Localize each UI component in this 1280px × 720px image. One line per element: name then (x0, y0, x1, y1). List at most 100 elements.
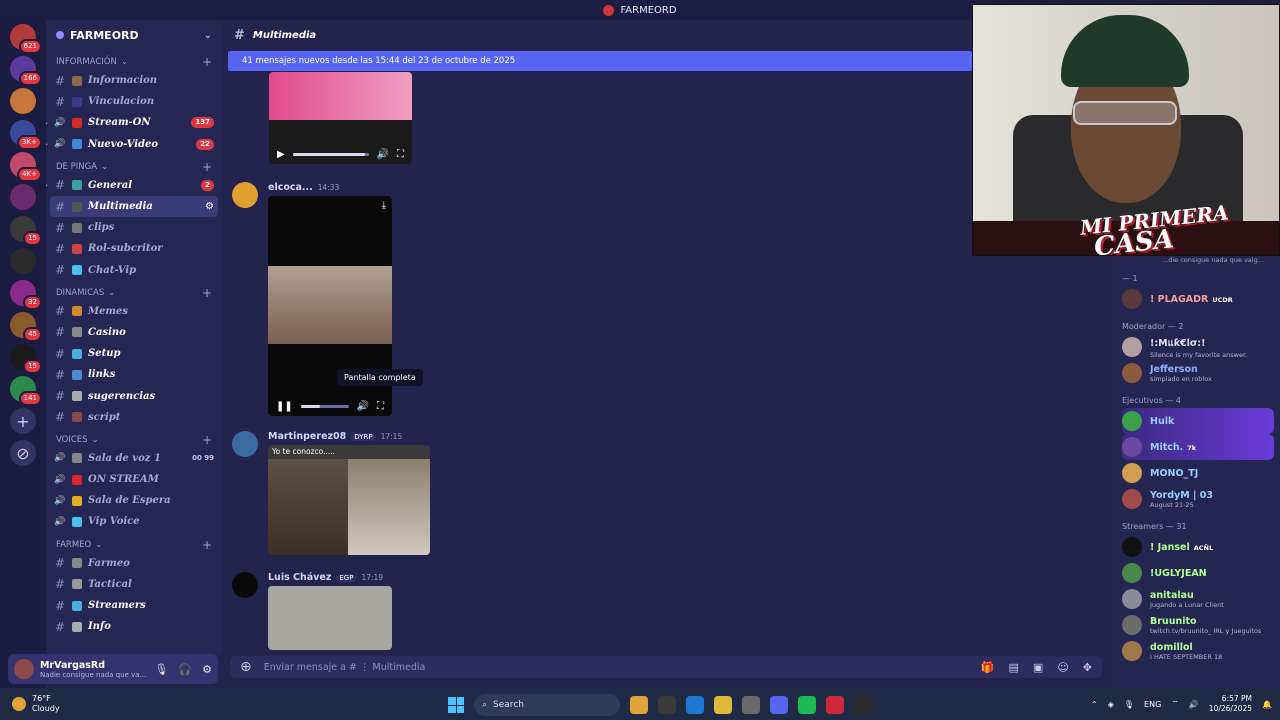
server-icon[interactable]: 166 (10, 56, 42, 86)
channel-item[interactable]: 🔊 Sala de voz 1 00 99 (46, 448, 222, 469)
server-icon[interactable]: 3K+ (10, 120, 42, 150)
volume-icon[interactable]: 🔊 (357, 401, 369, 412)
member-item[interactable]: ! Jansel ACÑL (1122, 534, 1280, 560)
channel-item[interactable]: # Farmeo (46, 553, 222, 574)
image-embed[interactable] (268, 586, 392, 650)
add-channel-icon[interactable]: + (202, 286, 212, 300)
weather-widget[interactable]: 76°F Cloudy (0, 694, 60, 714)
channel-item[interactable]: # Tactical (46, 574, 222, 595)
network-icon[interactable]: ◈ (1108, 700, 1114, 709)
composer-placeholder[interactable]: Enviar mensaje a # ⋮ Multimedia (264, 662, 426, 673)
video-embed[interactable]: ▶ 🔊 ⛶ (269, 72, 412, 164)
play-icon[interactable]: ▶ (277, 149, 285, 160)
video-progress-bar[interactable] (292, 152, 369, 156)
emoji-icon[interactable]: ☺ (1057, 661, 1068, 674)
channel-item[interactable]: ▸ # General 2 (46, 175, 222, 196)
taskbar-app-icon[interactable] (630, 696, 648, 714)
channel-item[interactable]: # Memes (46, 301, 222, 322)
taskbar-app-icon[interactable] (742, 696, 760, 714)
add-channel-icon[interactable]: + (202, 55, 212, 69)
channel-item[interactable]: # script (46, 407, 222, 428)
channel-category[interactable]: FARMEO ⌄ + (46, 537, 222, 553)
fullscreen-icon[interactable]: ⛶ (377, 401, 384, 412)
add-channel-icon[interactable]: + (202, 538, 212, 552)
server-icon[interactable]: 15 (10, 216, 42, 246)
add-channel-icon[interactable]: + (202, 160, 212, 174)
add-attachment-icon[interactable]: ⊕ (240, 659, 252, 675)
channel-item[interactable]: 🔊 ON STREAM (46, 469, 222, 490)
member-item[interactable]: Jefferson simpiado en roblox (1122, 360, 1280, 386)
microphone-icon[interactable]: 🎙 (154, 663, 168, 676)
member-item[interactable]: YordyM | 03 August 21-25 (1122, 486, 1280, 512)
member-item[interactable]: domillol I HATE SEPTEMBER 18 (1122, 638, 1280, 664)
server-icon[interactable] (10, 184, 36, 210)
channel-category[interactable]: INFORMACIÓN ⌄ + (46, 54, 222, 70)
channel-category[interactable]: VOICES ⌄ + (46, 432, 222, 448)
member-item[interactable]: Bruunito twitch.tv/bruunito_ IRL y Juegui… (1122, 612, 1280, 638)
channel-item[interactable]: 🔊 Sala de Espera (46, 490, 222, 511)
gift-icon[interactable]: 🎁 (981, 661, 995, 674)
channel-category[interactable]: DE PINGA ⌄ + (46, 159, 222, 175)
chevron-up-icon[interactable]: ⌃ (1091, 700, 1098, 709)
channel-item[interactable]: # clips (46, 217, 222, 238)
taskbar-app-icon[interactable] (686, 696, 704, 714)
taskbar-app-icon[interactable] (714, 696, 732, 714)
windows-start-icon[interactable] (448, 697, 464, 713)
volume-icon[interactable]: 🔊 (377, 149, 389, 160)
channel-item[interactable]: ▸ 🔊 Nuevo-Video 22 (46, 134, 222, 155)
notifications-icon[interactable]: 🔔 (1262, 700, 1272, 709)
message-author[interactable]: Martinperez08 (268, 431, 346, 442)
message-composer[interactable]: ⊕ Enviar mensaje a # ⋮ Multimedia 🎁 ▤ ▣ … (230, 656, 1102, 678)
add-channel-icon[interactable]: + (202, 433, 212, 447)
guild-header[interactable]: FARMEORD ⌄ (46, 20, 222, 50)
channel-settings-icon[interactable]: ⚙ (205, 201, 214, 212)
taskbar-search[interactable]: ⌕ Search (474, 694, 620, 716)
channel-item[interactable]: # Informacion (46, 70, 222, 91)
channel-item[interactable]: # Info (46, 616, 222, 637)
channel-item[interactable]: # Setup (46, 343, 222, 364)
channel-item[interactable]: # links (46, 364, 222, 385)
channel-item[interactable]: # Chat-Vip (46, 260, 222, 281)
avatar[interactable] (232, 572, 258, 598)
taskbar-app-icon[interactable] (770, 696, 788, 714)
member-item[interactable]: MONO_TJ (1122, 460, 1280, 486)
taskbar-app-icon[interactable] (798, 696, 816, 714)
server-icon[interactable] (10, 248, 36, 274)
mic-icon[interactable]: 🎙 (1124, 700, 1134, 709)
server-icon[interactable]: 15 (10, 344, 42, 374)
video-progress-bar[interactable] (300, 404, 349, 408)
server-icon[interactable] (10, 88, 36, 114)
add-server-button[interactable]: + (10, 408, 36, 434)
channel-item[interactable]: # Casino (46, 322, 222, 343)
member-item[interactable]: !UGLYJEAN (1122, 560, 1280, 586)
server-icon[interactable]: 141 (10, 376, 42, 406)
explore-servers-button[interactable]: ⊘ (10, 440, 36, 466)
avatar[interactable] (232, 431, 258, 457)
avatar[interactable] (14, 659, 34, 679)
server-icon[interactable]: 621 (10, 24, 42, 54)
member-item[interactable]: ! PLAGADR UCDR (1122, 286, 1280, 312)
channel-item[interactable]: # Multimedia ⚙ (50, 195, 218, 218)
fullscreen-icon[interactable]: ⛶ (397, 149, 404, 160)
member-item[interactable]: anitalau Jugando a Lunar Client (1122, 586, 1280, 612)
member-item[interactable]: Hulk (1122, 408, 1274, 434)
member-item[interactable]: !:Mแƙ€lσ:! Silence is my favorite answer. (1122, 334, 1280, 360)
new-messages-bar[interactable]: 41 mensajes nuevos desde las 15:44 del 2… (228, 51, 972, 71)
download-icon[interactable]: ⤓ (382, 200, 386, 211)
settings-gear-icon[interactable]: ⚙ (202, 663, 212, 676)
gif-icon[interactable]: ▤ (1009, 661, 1019, 674)
channel-item[interactable]: 🔊 Vip Voice (46, 511, 222, 532)
server-icon[interactable]: 45 (10, 312, 42, 342)
message-author[interactable]: Luis Chávez (268, 572, 331, 583)
apps-icon[interactable]: ✥ (1083, 661, 1092, 674)
taskbar-app-icon[interactable] (826, 696, 844, 714)
image-embed[interactable]: Yo te conozco..... (268, 445, 430, 555)
pause-icon[interactable]: ❚❚ (276, 401, 293, 412)
headphones-icon[interactable]: 🎧 (178, 663, 192, 676)
channel-item[interactable]: # sugerencias (46, 385, 222, 406)
channel-item[interactable]: # Vinculacion (46, 91, 222, 112)
channel-item[interactable]: ▸ 🔊 Stream-ON 137 (46, 112, 222, 133)
clock[interactable]: 6:57 PM 10/26/2025 (1209, 694, 1252, 714)
avatar[interactable] (232, 182, 258, 208)
server-icon[interactable]: 32 (10, 280, 42, 310)
